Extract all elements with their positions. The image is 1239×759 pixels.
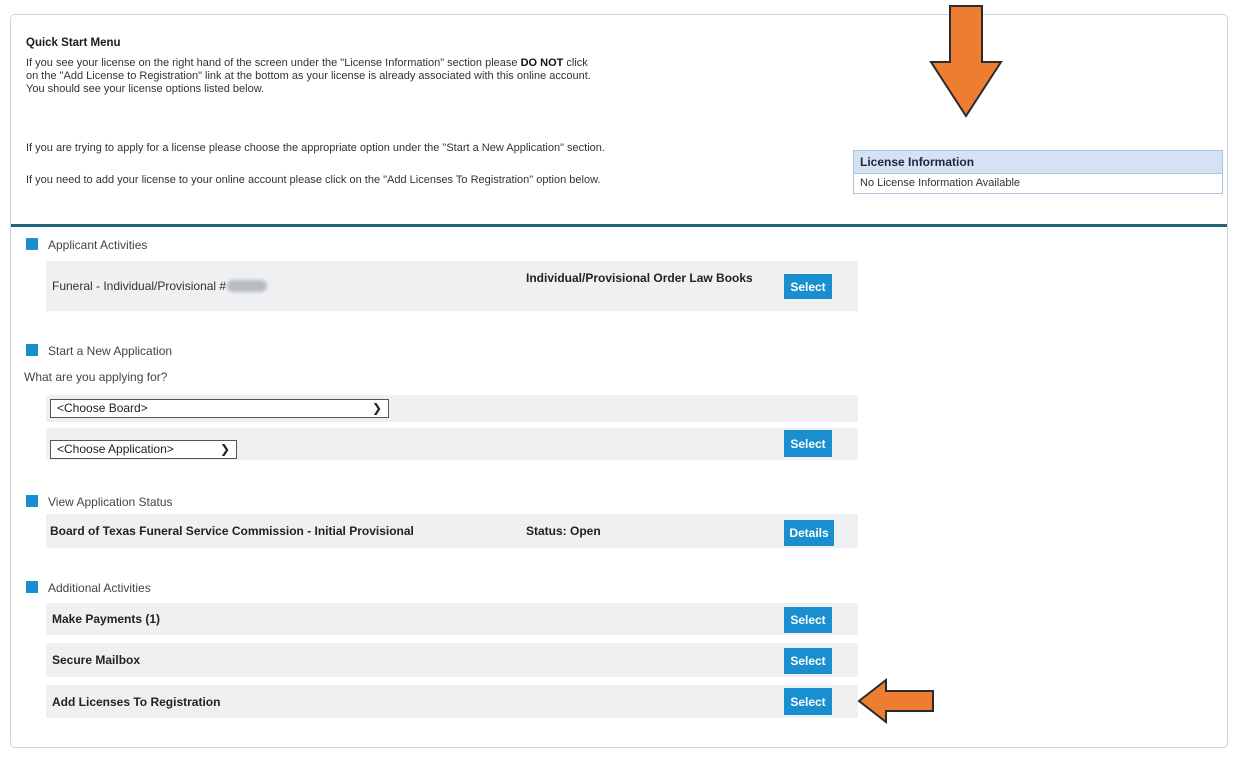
board-select-row: <Choose Board> ❯: [46, 395, 858, 422]
chevron-down-icon: ❯: [371, 401, 382, 415]
applicant-license-label: Funeral - Individual/Provisional #: [52, 279, 268, 293]
instructions-para-1-line3: You should see your license options list…: [26, 83, 265, 95]
application-details-button[interactable]: Details: [784, 520, 834, 546]
left-arrow-annotation-icon: [857, 678, 934, 724]
additional-activities-header: Additional Activities: [26, 580, 151, 596]
secure-mailbox-label: Secure Mailbox: [52, 653, 141, 667]
instructions-para-1-pre: If you see your license on the right han…: [26, 57, 521, 69]
chevron-down-icon: ❯: [219, 442, 230, 456]
do-not-emphasis: DO NOT: [520, 57, 564, 69]
make-payments-row: Make Payments (1) Select: [46, 603, 858, 635]
instructions-para-2: If you are trying to apply for a license…: [26, 142, 605, 154]
application-status-value: Status: Open: [526, 524, 601, 538]
order-law-books-select-button[interactable]: Select: [784, 274, 832, 299]
new-application-select-button[interactable]: Select: [784, 430, 832, 457]
new-application-header: Start a New Application: [26, 343, 172, 359]
additional-activities-title: Additional Activities: [48, 581, 151, 595]
section-square-icon: [26, 344, 38, 356]
choose-board-value: <Choose Board>: [57, 401, 148, 415]
applicant-activities-title: Applicant Activities: [48, 238, 148, 252]
add-licenses-label: Add Licenses To Registration: [52, 695, 221, 709]
instructions-para-1-line2: on the "Add License to Registration" lin…: [26, 70, 591, 82]
application-status-row: Board of Texas Funeral Service Commissio…: [46, 514, 858, 548]
application-status-header: View Application Status: [26, 494, 173, 510]
application-status-title: View Application Status: [48, 495, 173, 509]
down-arrow-annotation-icon: [929, 5, 1003, 118]
section-square-icon: [26, 238, 38, 250]
order-law-books-label: Individual/Provisional Order Law Books: [526, 271, 753, 285]
instructions-para-3: If you need to add your license to your …: [26, 174, 601, 186]
secure-mailbox-select-button[interactable]: Select: [784, 648, 832, 674]
quick-start-title: Quick Start Menu: [26, 37, 121, 49]
choose-application-value: <Choose Application>: [57, 442, 174, 456]
license-information-header: License Information: [854, 151, 1222, 174]
applicant-license-text: Funeral - Individual/Provisional #: [52, 279, 227, 293]
quick-start-panel: [10, 14, 1228, 748]
application-select-row: <Choose Application> ❯ Select: [46, 428, 858, 460]
make-payments-select-button[interactable]: Select: [784, 607, 832, 633]
application-name: Board of Texas Funeral Service Commissio…: [50, 524, 414, 538]
section-square-icon: [26, 495, 38, 507]
add-licenses-select-button[interactable]: Select: [784, 688, 832, 715]
license-number-redacted: [227, 280, 268, 292]
section-square-icon: [26, 581, 38, 593]
license-information-body: No License Information Available: [860, 177, 1021, 189]
secure-mailbox-row: Secure Mailbox Select: [46, 643, 858, 677]
instructions-para-1: If you see your license on the right han…: [26, 57, 591, 96]
new-application-title: Start a New Application: [48, 344, 173, 358]
choose-application-select[interactable]: <Choose Application> ❯: [50, 440, 237, 459]
applying-for-prompt: What are you applying for?: [24, 370, 168, 384]
applicant-activity-row: Funeral - Individual/Provisional # Indiv…: [46, 261, 858, 311]
section-divider: [11, 224, 1227, 227]
make-payments-label: Make Payments (1): [52, 612, 161, 626]
add-licenses-row: Add Licenses To Registration Select: [46, 685, 858, 718]
instructions-para-1-post: click: [563, 57, 588, 69]
choose-board-select[interactable]: <Choose Board> ❯: [50, 399, 389, 418]
applicant-activities-header: Applicant Activities: [26, 237, 147, 253]
license-information-box: License Information No License Informati…: [853, 150, 1223, 194]
